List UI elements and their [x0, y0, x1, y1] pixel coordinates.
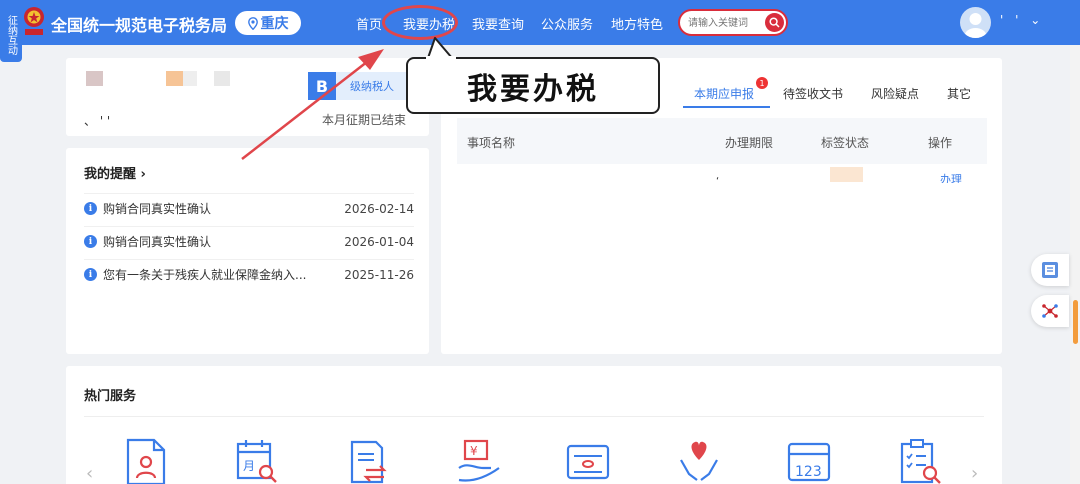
reminder-text: 购销合同真实性确认: [103, 235, 212, 249]
tab-pending-documents[interactable]: 待签收文书: [783, 85, 843, 102]
calendar-123-icon[interactable]: 123: [787, 438, 831, 484]
person-document-icon[interactable]: [124, 438, 168, 484]
scrollbar-thumb[interactable]: [1073, 300, 1078, 344]
list-item[interactable]: i 您有一条关于残疾人就业保障金纳入... 2025-11-26: [84, 259, 414, 289]
user-menu-dropdown[interactable]: ' ' ⌄: [1000, 13, 1044, 27]
column-header-tag-status: 标签状态: [821, 136, 870, 150]
yuan-hand-icon[interactable]: ¥: [457, 438, 501, 484]
masked-taxpayer-info: 、 ' ': [84, 114, 111, 128]
status-tag: [830, 167, 863, 182]
scrollbar[interactable]: [1070, 45, 1080, 484]
taxpayer-grade-label: 级纳税人: [336, 72, 408, 100]
tab-count-badge: 1: [756, 77, 768, 89]
nav-query[interactable]: 我要查询: [472, 14, 524, 33]
reminder-date: 2026-02-14: [344, 201, 414, 216]
masked-name-block: [183, 71, 197, 86]
region-label: 重庆: [260, 16, 289, 32]
search-button[interactable]: [765, 13, 784, 32]
tab-others[interactable]: 其它: [947, 85, 971, 102]
carousel-prev-button[interactable]: ‹: [86, 463, 93, 484]
list-item[interactable]: i 购销合同真实性确认 2026-01-04: [84, 226, 414, 256]
avatar[interactable]: [960, 7, 991, 38]
masked-name-block: [214, 71, 230, 86]
active-tab-indicator: [683, 106, 770, 108]
reminder-text: 购销合同真实性确认: [103, 202, 212, 216]
certificate-icon[interactable]: [566, 438, 610, 484]
region-selector[interactable]: 重庆: [235, 11, 301, 35]
search-icon: [769, 17, 780, 28]
nav-home[interactable]: 首页: [356, 14, 382, 33]
search-input[interactable]: [688, 15, 762, 31]
divider: [84, 416, 984, 417]
carousel-next-button[interactable]: ›: [971, 463, 978, 484]
nav-local-features[interactable]: 地方特色: [611, 14, 663, 33]
heart-hands-icon[interactable]: [677, 438, 721, 484]
floating-assistant-button[interactable]: [1031, 254, 1069, 286]
tab-current-declaration[interactable]: 本期应申报: [694, 85, 754, 102]
hot-services-title: 热门服务: [84, 389, 137, 404]
tab-risk-issues[interactable]: 风险疑点: [871, 85, 919, 102]
reminder-date: 2025-11-26: [344, 267, 414, 282]
svg-text:¥: ¥: [470, 444, 478, 458]
interaction-side-tab[interactable]: 征纳互动: [0, 0, 22, 62]
info-icon: i: [84, 202, 97, 215]
reminder-text: 您有一条关于残疾人就业保障金纳入...: [103, 268, 307, 282]
tax-emblem-logo[interactable]: [22, 6, 46, 38]
info-icon: i: [84, 235, 97, 248]
network-nodes-icon: [1042, 304, 1058, 318]
site-title[interactable]: 全国统一规范电子税务局: [51, 12, 227, 36]
masked-name-block: [86, 71, 103, 86]
period-status-text: 本月征期已结束: [322, 113, 407, 127]
checklist-search-icon[interactable]: [898, 438, 942, 484]
floating-network-button[interactable]: [1031, 295, 1069, 327]
document-exchange-icon[interactable]: [346, 438, 390, 484]
hot-services-card: [66, 366, 1002, 484]
callout-label: 我要办税: [406, 57, 660, 114]
info-icon: i: [84, 268, 97, 281]
column-header-item-name: 事项名称: [467, 136, 516, 150]
highlight-ring: [382, 5, 458, 40]
calendar-search-icon[interactable]: 月: [235, 438, 279, 484]
nav-public-service[interactable]: 公众服务: [541, 14, 593, 33]
user-avatar-icon: [964, 13, 987, 38]
handle-link[interactable]: 办理: [940, 171, 962, 183]
svg-text:月: 月: [243, 459, 255, 473]
location-pin-icon: [247, 16, 258, 30]
column-header-action: 操作: [928, 136, 953, 150]
search-box: [678, 9, 788, 36]
svg-text:123: 123: [795, 464, 822, 480]
taxpayer-grade-badge: B: [308, 72, 336, 100]
row-fragment-text: ‘: [716, 176, 720, 187]
list-item[interactable]: i 购销合同真实性确认 2026-02-14: [84, 193, 414, 223]
table-header: [457, 118, 987, 164]
reminders-title[interactable]: 我的提醒 ›: [84, 163, 146, 182]
column-header-deadline: 办理期限: [725, 136, 774, 150]
masked-name-block: [166, 71, 183, 86]
reminder-date: 2026-01-04: [344, 234, 414, 249]
document-scan-icon: [1042, 262, 1058, 278]
